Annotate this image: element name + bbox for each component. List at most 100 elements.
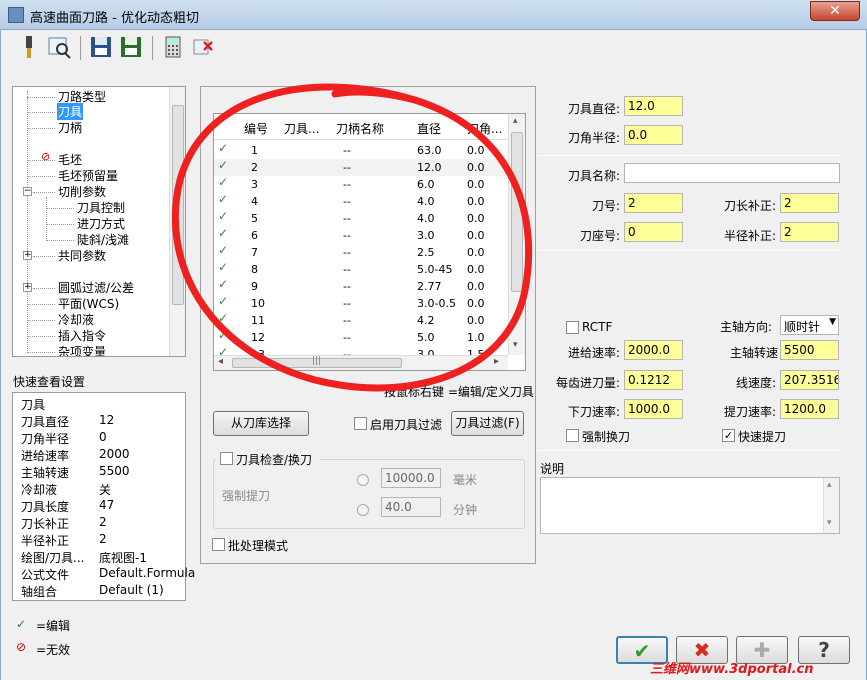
tree-item-common-params[interactable]: 共同参数 bbox=[58, 247, 106, 264]
qv-value: 0 bbox=[99, 430, 107, 444]
tool-number-input[interactable]: 2 bbox=[624, 193, 683, 213]
notes-textarea[interactable]: ▴ ▾ bbox=[540, 477, 840, 534]
expand-icon[interactable]: + bbox=[23, 283, 32, 292]
quickview-panel: 刀具 刀具直径 12 刀角半径 0 进给速率 2000 主轴转速 5500 冷却液 关 刀… bbox=[12, 392, 195, 601]
spindle-speed-label: 主轴转速 bbox=[730, 346, 779, 360]
distance-unit: 毫米 bbox=[453, 473, 478, 487]
qv-value: 2 bbox=[99, 532, 107, 546]
holder-number-label: 刀座号: bbox=[580, 229, 621, 243]
tree-item-plane[interactable]: 平面(WCS) bbox=[58, 295, 119, 312]
enable-filter-checkbox[interactable] bbox=[354, 417, 367, 430]
distance-input[interactable]: 10000.0 bbox=[381, 468, 441, 488]
tool-diameter-input[interactable]: 12.0 bbox=[624, 96, 683, 116]
spindle-direction-select[interactable]: 顺时针 ▼ bbox=[780, 315, 839, 335]
window-title: 高速曲面刀路 - 优化动态粗切 bbox=[30, 11, 199, 26]
enable-filter-label: 启用刀具过滤 bbox=[370, 418, 443, 432]
save-as-icon[interactable] bbox=[118, 34, 144, 60]
qv-value: 2000 bbox=[99, 447, 130, 461]
holder-number-input[interactable]: 0 bbox=[624, 222, 683, 242]
feed-per-tooth-label: 每齿进刀量: bbox=[556, 376, 621, 390]
notes-label: 说明 bbox=[540, 462, 565, 476]
qv-key: 冷却液 bbox=[21, 483, 58, 497]
force-tool-change-label: 强制换刀 bbox=[582, 430, 631, 444]
tree-item-insert-cmd[interactable]: 插入指令 bbox=[58, 327, 106, 344]
tool-check-label: 刀具检查/换刀 bbox=[236, 453, 313, 467]
qv-key: 刀具直径 bbox=[21, 415, 70, 429]
corner-radius-input[interactable]: 0.0 bbox=[624, 125, 683, 145]
select-from-library-button[interactable]: 从刀库选择 bbox=[213, 411, 309, 436]
radius-comp-label: 半径补正: bbox=[724, 229, 777, 243]
rctf-checkbox[interactable] bbox=[566, 321, 579, 334]
corner-radius-label: 刀角半径: bbox=[568, 131, 621, 145]
retract-rate-input[interactable]: 1200.0 bbox=[780, 399, 839, 419]
delete-icon[interactable] bbox=[190, 34, 216, 60]
expand-icon[interactable]: + bbox=[23, 251, 32, 260]
spindle-direction-value: 顺时针 bbox=[784, 320, 821, 334]
tree-item-stock-allowance[interactable]: 毛坯预留量 bbox=[58, 167, 118, 184]
qv-key: 绘图/刀具... bbox=[21, 551, 85, 565]
rapid-retract-checkbox[interactable]: ✓ bbox=[722, 429, 735, 442]
time-input[interactable]: 40.0 bbox=[381, 497, 441, 517]
qv-value: 12 bbox=[99, 413, 115, 427]
qv-value: 2 bbox=[99, 515, 107, 529]
legend-invalid: =无效 bbox=[36, 643, 71, 657]
tool-filter-button[interactable]: 刀具过滤(F) bbox=[451, 411, 524, 436]
red-circle-annotation bbox=[171, 83, 533, 392]
qv-value: 47 bbox=[99, 498, 115, 512]
qv-value: Default.Formula bbox=[99, 566, 196, 580]
parameter-tree: 刀路类型 刀具 刀柄 ⊘ 毛坯 毛坯预留量 − 切削参数 刀具控制 进刀方式 陡… bbox=[12, 86, 186, 357]
tool-check-checkbox[interactable] bbox=[220, 452, 233, 465]
edit-check-icon: ✓ bbox=[16, 617, 27, 631]
batch-mode-checkbox[interactable] bbox=[212, 538, 225, 551]
spindle-direction-label: 主轴方向: bbox=[720, 320, 773, 334]
tree-item-tool-control[interactable]: 刀具控制 bbox=[77, 199, 125, 216]
tool-diameter-label: 刀具直径: bbox=[568, 102, 621, 116]
tree-item-stock[interactable]: 毛坯 bbox=[58, 151, 82, 168]
save-icon[interactable] bbox=[88, 34, 114, 60]
invalid-icon: ⊘ bbox=[41, 150, 51, 163]
tree-item-misc-vars[interactable]: 杂项变量 bbox=[58, 343, 106, 356]
batch-mode-label: 批处理模式 bbox=[228, 539, 289, 553]
length-comp-input[interactable]: 2 bbox=[780, 193, 839, 213]
force-tool-change-checkbox[interactable] bbox=[566, 429, 579, 442]
spindle-speed-input[interactable]: 5500 bbox=[780, 340, 839, 360]
tree-item-holder[interactable]: 刀柄 bbox=[58, 119, 82, 136]
qv-value: 关 bbox=[99, 483, 112, 497]
tree-item-steep-shallow[interactable]: 陡斜/浅滩 bbox=[77, 231, 129, 248]
time-radio[interactable] bbox=[357, 504, 369, 516]
quickview-heading: 快速查看设置 bbox=[13, 375, 86, 389]
feed-per-tooth-input[interactable]: 0.1212 bbox=[624, 370, 683, 390]
rctf-label: RCTF bbox=[582, 320, 613, 334]
calculator-icon[interactable] bbox=[160, 34, 186, 60]
legend-edit: =编辑 bbox=[36, 619, 71, 633]
qv-value: 5500 bbox=[99, 464, 130, 478]
close-button[interactable]: ✕ bbox=[810, 1, 860, 21]
retract-rate-label: 提刀速率: bbox=[724, 405, 777, 419]
collapse-icon[interactable]: − bbox=[23, 187, 32, 196]
tree-item-cut-params[interactable]: 切削参数 bbox=[58, 183, 106, 200]
length-comp-label: 刀长补正: bbox=[724, 199, 777, 213]
feed-rate-input[interactable]: 2000.0 bbox=[624, 340, 683, 360]
qv-key: 刀具长度 bbox=[21, 500, 70, 514]
qv-key: 进给速率 bbox=[21, 449, 70, 463]
tool-icon[interactable] bbox=[16, 34, 42, 60]
app-icon bbox=[8, 7, 24, 23]
surface-speed-input[interactable]: 207.3516 bbox=[780, 370, 839, 390]
qv-key: 主轴转速 bbox=[21, 466, 70, 480]
tree-item-entry-method[interactable]: 进刀方式 bbox=[77, 215, 125, 232]
qv-value: Default (1) bbox=[99, 583, 164, 597]
tree-item-coolant[interactable]: 冷却液 bbox=[58, 311, 94, 328]
plunge-rate-input[interactable]: 1000.0 bbox=[624, 399, 683, 419]
tool-name-input[interactable] bbox=[624, 163, 840, 183]
force-retract-label: 强制提刀 bbox=[222, 489, 271, 503]
preview-icon[interactable] bbox=[46, 34, 72, 60]
radius-comp-input[interactable]: 2 bbox=[780, 222, 839, 242]
qv-key: 刀长补正 bbox=[21, 517, 70, 531]
tree-item-arc-filter[interactable]: 圆弧过滤/公差 bbox=[58, 279, 134, 296]
tool-name-label: 刀具名称: bbox=[568, 169, 621, 183]
tree-item-tool[interactable]: 刀具 bbox=[57, 103, 84, 120]
watermark: 三维网www.3dportal.cn bbox=[650, 662, 814, 677]
distance-radio[interactable] bbox=[357, 474, 369, 486]
feed-rate-label: 进给速率: bbox=[568, 346, 621, 360]
invalid-icon: ⊘ bbox=[16, 640, 27, 654]
